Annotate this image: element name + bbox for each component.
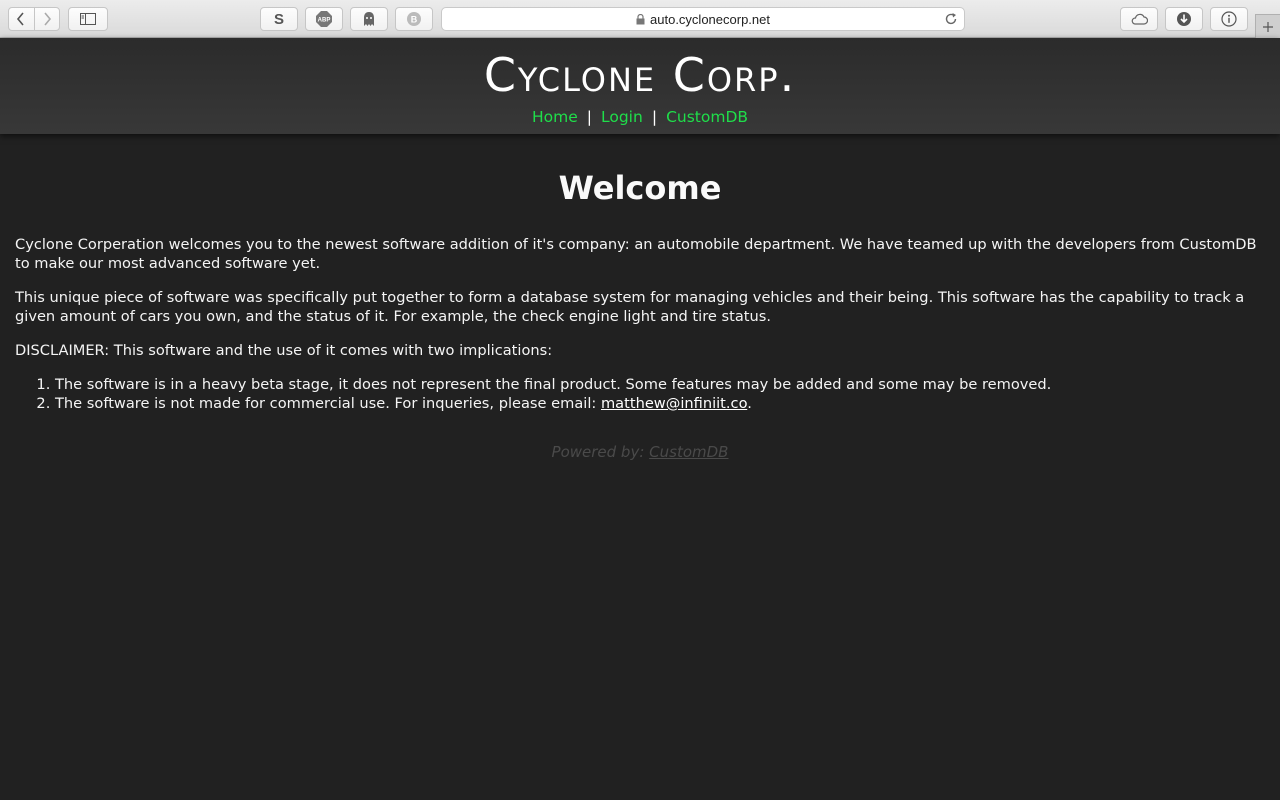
list-item-text: The software is in a heavy beta stage, i… <box>55 376 1052 393</box>
page-heading: Welcome <box>558 169 722 207</box>
adblock-plus-icon: ABP <box>316 11 332 27</box>
s-extension-icon: S <box>273 10 284 28</box>
powered-by-label: Powered by: <box>551 443 650 461</box>
cloud-icon <box>1131 13 1148 25</box>
download-icon <box>1177 12 1191 26</box>
info-icon <box>1221 11 1237 27</box>
powered-by-link[interactable]: CustomDB <box>649 443 728 461</box>
nav-link-login[interactable]: Login <box>601 108 643 126</box>
disclaimer-paragraph: DISCLAIMER: This software and the use of… <box>15 342 553 359</box>
extension-b-button[interactable]: B <box>395 7 433 31</box>
svg-text:B: B <box>411 15 418 25</box>
adblock-button[interactable]: ABP <box>305 7 343 31</box>
main-content: Welcome Cyclone Corperation welcomes you… <box>0 168 1280 461</box>
lock-icon <box>636 13 645 24</box>
forward-button[interactable] <box>33 8 60 30</box>
nav-separator: | <box>586 108 592 126</box>
sidebar-button[interactable] <box>68 7 108 31</box>
nav-link-customdb[interactable]: CustomDB <box>666 108 748 126</box>
list-item-text: The software is not made for commercial … <box>55 395 601 412</box>
plus-icon <box>1263 21 1273 32</box>
icloud-tabs-button[interactable] <box>1120 7 1158 31</box>
site-title: Cyclone Corp. <box>483 48 797 102</box>
address-bar[interactable]: auto.cyclonecorp.net <box>441 7 965 31</box>
downloads-button[interactable] <box>1165 7 1203 31</box>
list-item: The software is not made for commercial … <box>55 394 1265 413</box>
list-item: The software is in a heavy beta stage, i… <box>55 375 1265 394</box>
sidebar-icon <box>80 13 96 25</box>
powered-by-footer: Powered by: CustomDB <box>15 443 1265 461</box>
site-header: Cyclone Corp. Home | Login | CustomDB <box>0 38 1280 134</box>
email-link[interactable]: matthew@infiniit.co <box>601 395 747 412</box>
svg-text:ABP: ABP <box>318 18 331 24</box>
url-text: auto.cyclonecorp.net <box>650 11 770 27</box>
extension-s-button[interactable]: S <box>260 7 298 31</box>
list-item-suffix: . <box>747 395 752 412</box>
new-tab-button[interactable] <box>1255 14 1280 38</box>
browser-toolbar: S ABP B auto.cyclonecorp.net <box>0 0 1280 38</box>
ghostery-button[interactable] <box>350 7 388 31</box>
description-paragraph: This unique piece of software was specif… <box>15 289 1245 325</box>
history-nav <box>8 7 60 31</box>
site-nav: Home | Login | CustomDB <box>0 108 1280 126</box>
b-circle-icon: B <box>407 12 421 26</box>
implications-list: The software is in a heavy beta stage, i… <box>15 375 1265 413</box>
back-button[interactable] <box>9 8 34 30</box>
nav-separator: | <box>651 108 658 126</box>
info-button[interactable] <box>1210 7 1248 31</box>
intro-paragraph: Cyclone Corperation welcomes you to the … <box>15 236 1257 272</box>
web-page: Cyclone Corp. Home | Login | CustomDB Welcom… <box>0 38 1280 800</box>
nav-link-home[interactable]: Home <box>532 108 578 126</box>
ghost-icon <box>364 12 374 26</box>
reload-icon[interactable] <box>944 12 958 26</box>
chevron-left-icon <box>17 12 24 26</box>
chevron-right-icon <box>44 12 51 26</box>
